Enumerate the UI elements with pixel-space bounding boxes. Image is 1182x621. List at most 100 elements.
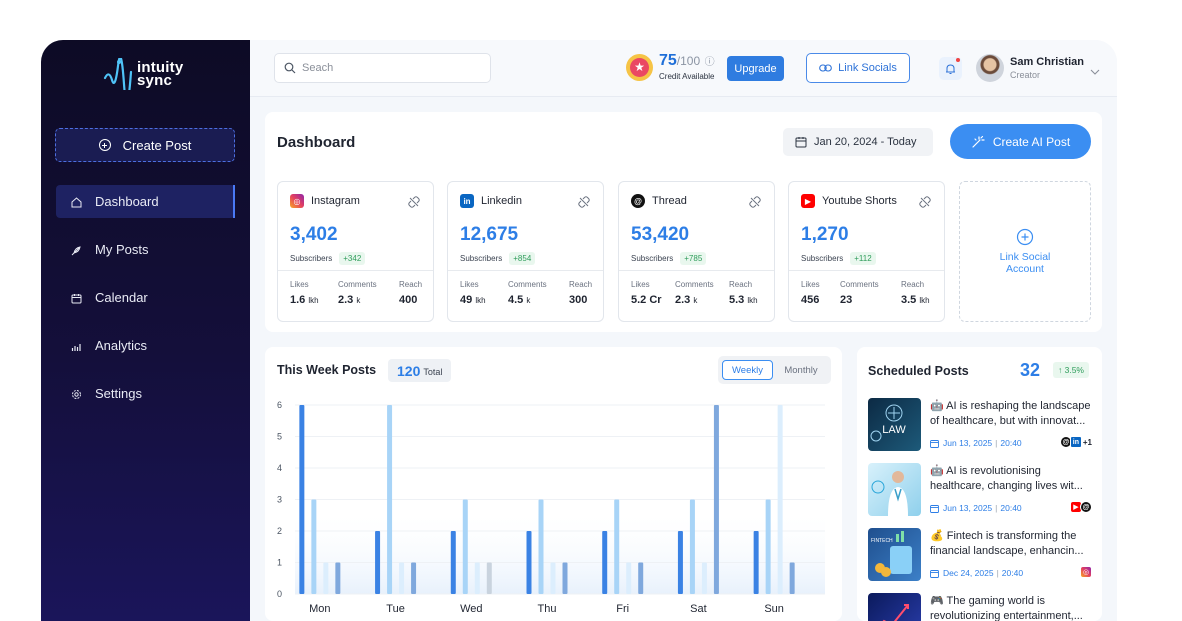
post-thumbnail: [868, 593, 921, 621]
x-tick-label: Mon: [309, 603, 330, 615]
scheduled-post-item[interactable]: 🎮 The gaming world is revolutionizing en…: [868, 593, 1092, 621]
chart-bar-sat: [677, 531, 683, 594]
credit-total: /100: [676, 54, 701, 68]
feather-icon: [71, 245, 81, 255]
week-total-value: 120: [397, 362, 421, 379]
plus-circle-icon: [1016, 228, 1034, 246]
comments-stat: Comments 2.3 k: [675, 280, 714, 306]
chart-bar-wed: [486, 562, 492, 594]
magic-wand-icon: [972, 135, 985, 148]
x-tick-label: Sun: [764, 603, 784, 615]
post-time: 20:40: [1000, 438, 1022, 448]
calendar-icon: [930, 439, 939, 448]
likes-stat: Likes 1.6 lkh: [290, 280, 319, 306]
unlink-icon[interactable]: [407, 195, 421, 209]
sidebar-item-dashboard[interactable]: Dashboard: [56, 185, 235, 218]
platform-card-linkedin[interactable]: in Linkedin 12,675 Subscribers +854 Likes…: [447, 181, 604, 322]
post-thumbnail: LAW: [868, 398, 921, 451]
x-tick-label: Thu: [538, 603, 557, 615]
post-thumbnail: FINTECH: [868, 528, 921, 581]
unlink-icon[interactable]: [577, 195, 591, 209]
date-range-picker[interactable]: Jan 20, 2024 - Today: [783, 128, 933, 156]
scheduled-post-item[interactable]: FINTECH 💰 Fintech is transforming the fi…: [868, 528, 1092, 582]
sidebar-item-calendar[interactable]: Calendar: [56, 281, 235, 314]
create-post-button[interactable]: Create Post: [55, 128, 235, 162]
post-title-line1: 🤖 AI is revolutionising: [930, 465, 1041, 477]
comments-stat: Comments 4.5 k: [508, 280, 547, 306]
sidebar-item-settings[interactable]: Settings: [56, 377, 235, 410]
unlink-icon[interactable]: [918, 195, 932, 209]
link-socials-label: Link Socials: [838, 62, 897, 74]
info-icon[interactable]: ⓘ: [705, 57, 715, 68]
upgrade-button[interactable]: Upgrade: [727, 56, 784, 81]
user-menu[interactable]: Sam Christian Creator: [976, 54, 1100, 82]
post-date: Dec 24, 2025: [943, 568, 994, 578]
instagram-icon: ◎: [1080, 566, 1092, 578]
create-ai-post-button[interactable]: Create AI Post: [950, 124, 1091, 159]
chart-bar-wed: [450, 531, 456, 594]
unlink-icon[interactable]: [748, 195, 762, 209]
linkedin-icon: in: [1069, 436, 1082, 448]
credit-label: Credit Available: [659, 72, 715, 81]
chart-bar-sun: [753, 531, 759, 594]
subscribers-label: Subscribers: [460, 254, 503, 263]
post-thumbnail: [868, 463, 921, 516]
scheduled-delta-badge: ↑ 3.5%: [1053, 362, 1089, 378]
chart-bar-tue: [399, 562, 405, 594]
link-socials-button[interactable]: Link Socials: [806, 53, 910, 83]
sidebar-item-analytics[interactable]: Analytics: [56, 329, 235, 362]
platform-card-instagram[interactable]: ◎ Instagram 3,402 Subscribers +342 Likes 1…: [277, 181, 434, 322]
y-tick-label: 4: [277, 463, 282, 473]
platform-card-youtube-shorts[interactable]: ▶ Youtube Shorts 1,270 Subscribers +112 L…: [788, 181, 945, 322]
post-platforms: ◎: [1080, 566, 1092, 578]
post-title-line2: healthcare, changing lives wit...: [930, 480, 1083, 492]
delta-badge: +785: [680, 252, 707, 265]
x-tick-label: Tue: [386, 603, 405, 615]
search-box[interactable]: [274, 53, 491, 83]
chart-bar-sun: [777, 405, 783, 594]
tab-monthly[interactable]: Monthly: [776, 360, 826, 380]
y-tick-label: 1: [277, 558, 282, 568]
post-title-line2: financial landscape, enhancin...: [930, 545, 1084, 557]
sidebar-item-label: My Posts: [95, 242, 149, 257]
link-social-label: Link Social: [999, 251, 1051, 263]
link-social-account-card[interactable]: Link Social Account: [959, 181, 1091, 322]
y-tick-label: 5: [277, 432, 282, 442]
scheduled-title: Scheduled Posts: [868, 364, 969, 378]
app-window: intuity sync Create Post Dashboard My Po…: [41, 40, 1117, 621]
divider: [789, 270, 944, 271]
scheduled-post-item[interactable]: LAW 🤖 AI is reshaping the landscape of h…: [868, 398, 1092, 452]
credit-value: 75: [659, 52, 677, 69]
scheduled-post-item[interactable]: 🤖 AI is revolutionising healthcare, chan…: [868, 463, 1092, 517]
tab-weekly[interactable]: Weekly: [722, 360, 773, 380]
chart-bar-fri: [602, 531, 608, 594]
platform-card-thread[interactable]: @ Thread 53,420 Subscribers +785 Likes 5.2…: [618, 181, 775, 322]
likes-stat: Likes 456: [801, 280, 820, 306]
page-title: Dashboard: [277, 134, 356, 151]
x-tick-label: Fri: [616, 603, 629, 615]
search-input[interactable]: [302, 62, 482, 74]
chart-background: [295, 508, 825, 594]
chart-bar-sat: [701, 562, 707, 594]
threads-icon: @: [1080, 501, 1092, 513]
youtube-icon: ▶: [801, 194, 815, 208]
sidebar-item-my-posts[interactable]: My Posts: [56, 233, 235, 266]
subscribers-label: Subscribers: [631, 254, 674, 263]
logo: intuity sync: [103, 58, 183, 90]
avatar: [976, 54, 1004, 82]
notification-dot: [956, 58, 960, 62]
chart-bar-wed: [474, 562, 480, 594]
chart-bar-wed: [462, 499, 468, 594]
chevron-down-icon: [1090, 69, 1100, 75]
subscriber-count: 12,675: [460, 224, 519, 245]
platform-name: Thread: [652, 195, 687, 207]
sidebar: intuity sync Create Post Dashboard My Po…: [41, 40, 250, 621]
reach-stat: Reach 3.5 lkh: [901, 280, 930, 306]
reach-stat: Reach 5.3 lkh: [729, 280, 758, 306]
chart-bar-tue: [375, 531, 381, 594]
notification-button[interactable]: [939, 57, 962, 80]
user-role: Creator: [1010, 70, 1041, 80]
week-posts-panel: This Week Posts 120 Total Weekly Monthly…: [265, 347, 842, 621]
plus-circle-icon: [98, 139, 111, 151]
credit-indicator: ★ 75/100 ⓘ Credit Available: [626, 53, 715, 81]
